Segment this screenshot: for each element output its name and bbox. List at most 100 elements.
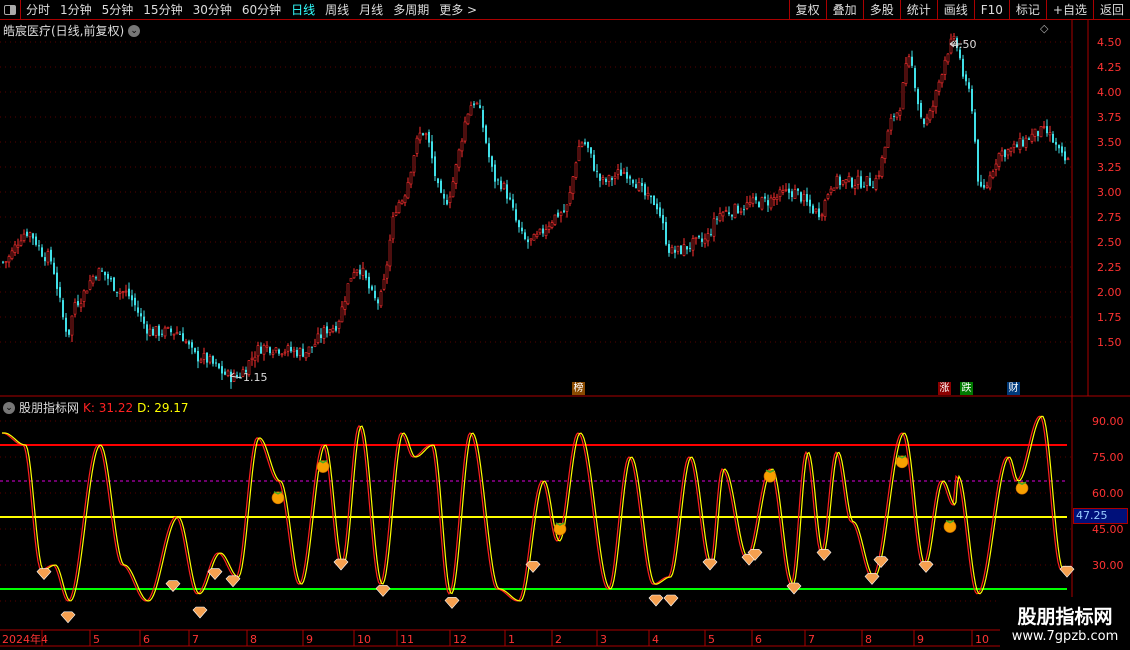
- candle-body: [286, 345, 290, 352]
- candle-body: [515, 209, 517, 221]
- date-axis-label: 4: [652, 633, 659, 646]
- candle-body: [182, 333, 184, 342]
- candle-body: [1061, 146, 1063, 153]
- indicator-axis-label: 30.00: [1092, 559, 1124, 572]
- date-axis-label: 11: [400, 633, 414, 646]
- candle-body: [596, 170, 598, 172]
- candle-body: [335, 326, 337, 331]
- candle-body: [206, 352, 208, 363]
- candle-body: [937, 81, 941, 92]
- candle-body: [653, 195, 655, 206]
- indicator-name: 股朋指标网: [19, 401, 80, 415]
- candle-body: [1033, 128, 1037, 137]
- candle-body: [331, 328, 335, 332]
- candle-body: [1058, 145, 1060, 149]
- candle-body: [502, 183, 506, 190]
- candle-body: [646, 192, 650, 197]
- candle-body: [2, 261, 4, 263]
- candle-body: [215, 362, 217, 364]
- candle-body: [925, 117, 929, 125]
- date-axis-label: 8: [865, 633, 872, 646]
- candle-body: [682, 244, 686, 256]
- candle-body: [355, 269, 359, 273]
- candle-body: [412, 155, 416, 173]
- diamond-icon[interactable]: ◇: [1040, 22, 1048, 35]
- candle-body: [97, 268, 101, 281]
- watermark-name: 股朋指标网: [1017, 606, 1113, 628]
- current-value-badge: 47.25: [1073, 508, 1128, 524]
- candle-body: [911, 56, 913, 66]
- candle-body: [437, 178, 439, 184]
- candle-body: [361, 267, 365, 276]
- candle-body: [283, 351, 287, 354]
- candle-body: [635, 184, 637, 189]
- candle-body: [616, 169, 620, 175]
- candle-body: [644, 184, 646, 196]
- candle-body: [760, 197, 764, 210]
- price-axis-label: 2.00: [1097, 286, 1122, 299]
- candle-body: [500, 180, 502, 190]
- candle-body: [877, 175, 881, 177]
- candle-body: [1024, 137, 1028, 148]
- candle-body: [137, 307, 139, 313]
- candle-body: [535, 233, 539, 237]
- candle-body: [374, 290, 376, 299]
- candle-body: [32, 233, 34, 239]
- candle-body: [532, 233, 536, 241]
- date-axis-label: 3: [600, 633, 607, 646]
- diamond-signal-icon: [873, 556, 889, 569]
- candle-body: [613, 175, 617, 179]
- chart-canvas[interactable]: 4.50 4.25 4.00 3.75 3.50 3.25 3.00 2.75 2.50 2.25…: [0, 0, 1130, 650]
- date-axis-label: 6: [755, 633, 762, 646]
- candle-body: [118, 291, 122, 294]
- diamond-signal-icon: [192, 606, 208, 619]
- event-tag-3[interactable]: 财: [1007, 382, 1020, 395]
- candle-body: [563, 210, 565, 213]
- candle-body: [379, 291, 383, 307]
- candle-body: [44, 257, 46, 262]
- candle-body: [701, 238, 703, 242]
- candle-body: [584, 142, 586, 145]
- candle-body: [659, 207, 661, 217]
- candle-body: [706, 233, 710, 242]
- candle-body: [269, 347, 271, 354]
- candle-body: [59, 287, 61, 298]
- candle-body: [883, 146, 887, 159]
- candle-body: [601, 177, 605, 180]
- candle-body: [844, 179, 848, 184]
- candle-body: [152, 328, 154, 336]
- candle-body: [1042, 126, 1046, 128]
- event-tag-1[interactable]: 涨: [938, 382, 951, 395]
- candle-body: [724, 210, 728, 213]
- candle-body: [428, 131, 430, 143]
- event-tag-0[interactable]: 榜: [572, 382, 585, 395]
- candle-body: [70, 315, 74, 336]
- candle-body: [388, 239, 392, 267]
- candle-body: [212, 356, 214, 364]
- candle-body: [290, 346, 292, 352]
- chevron-down-icon[interactable]: ⌄: [3, 401, 15, 414]
- date-axis-label: 10: [357, 633, 371, 646]
- candle-body: [337, 321, 341, 329]
- candle-body: [721, 211, 725, 217]
- candle-body: [65, 317, 67, 332]
- candle-body: [1022, 139, 1024, 147]
- candle-body: [670, 247, 674, 254]
- candle-body: [194, 348, 196, 353]
- diamond-signal-icon: [663, 594, 679, 607]
- candle-body: [662, 215, 664, 224]
- date-axis-label: 9: [917, 633, 924, 646]
- candle-body: [451, 181, 455, 198]
- candle-body: [737, 205, 739, 214]
- date-axis-label: 8: [250, 633, 257, 646]
- candle-body: [457, 149, 461, 168]
- candle-body: [101, 270, 103, 272]
- candle-body: [406, 182, 410, 199]
- candle-body: [343, 301, 347, 310]
- candle-body: [793, 189, 797, 199]
- candle-body: [202, 352, 206, 360]
- candle-body: [712, 218, 716, 237]
- candle-body: [250, 357, 254, 361]
- candle-body: [326, 326, 328, 334]
- event-tag-2[interactable]: 跌: [960, 382, 973, 395]
